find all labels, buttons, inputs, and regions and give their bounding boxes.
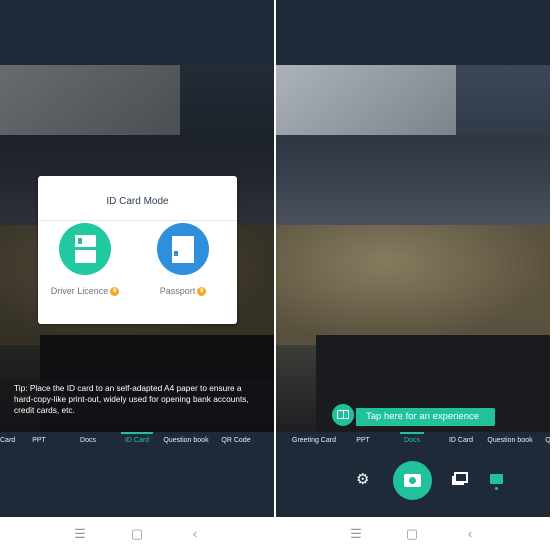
system-nav-bar: ☰ ▢ ‹ <box>276 517 550 550</box>
dialog-title: ID Card Mode <box>38 196 237 221</box>
tab-ppt[interactable]: PPT <box>356 437 370 444</box>
passport-label: Passport <box>159 286 196 296</box>
tab-greeting-card[interactable]: Greeting Card <box>292 437 336 444</box>
back-button[interactable]: ‹ <box>193 526 197 541</box>
mode-tabs: Card PPT Docs ID Card Question book QR C… <box>0 432 274 450</box>
crown-icon: ♛ <box>197 287 207 297</box>
tab-docs[interactable]: Docs <box>400 432 424 444</box>
menu-button[interactable]: ☰ <box>74 526 86 542</box>
tip-text: Tip: Place the ID card to an self-adapte… <box>0 380 274 425</box>
tab-ppt[interactable]: PPT <box>32 437 46 444</box>
mode-tabs: Greeting Card PPT Docs ID Card Question … <box>276 432 550 450</box>
menu-button[interactable]: ☰ <box>350 526 362 542</box>
id-card-mode-dialog: ID Card Mode Driver Licence ♛ Passport ♛ <box>38 176 237 324</box>
single-mode-icon[interactable] <box>490 474 503 484</box>
tab-card[interactable]: Card <box>0 437 15 444</box>
camera-preview <box>276 65 550 432</box>
book-icon <box>330 402 356 428</box>
tab-qr-code[interactable]: Q <box>545 437 550 444</box>
tab-id-card[interactable]: ID Card <box>120 432 154 444</box>
driver-licence-option[interactable]: Driver Licence ♛ <box>40 223 130 297</box>
gallery-icon[interactable] <box>454 472 468 483</box>
shutter-button[interactable] <box>393 461 432 500</box>
back-button[interactable]: ‹ <box>468 526 472 541</box>
left-screen: ID Card Mode Driver Licence ♛ Passport ♛ T… <box>0 0 274 550</box>
driver-licence-icon <box>59 223 111 275</box>
home-button[interactable]: ▢ <box>406 526 418 542</box>
tab-docs[interactable]: Docs <box>80 437 96 444</box>
tab-question-book[interactable]: Question book <box>487 437 532 444</box>
experience-bubble[interactable]: Tap here for an experience <box>330 402 495 428</box>
system-nav-bar: ☰ ▢ ‹ <box>0 517 274 550</box>
experience-text: Tap here for an experience <box>356 408 495 426</box>
mode-indicator-dot <box>495 487 498 490</box>
tab-question-book[interactable]: Question book <box>163 437 208 444</box>
right-screen: Tap here for an experience Greeting Card… <box>276 0 550 550</box>
home-button[interactable]: ▢ <box>131 526 143 542</box>
camera-icon <box>404 474 421 487</box>
passport-icon <box>157 223 209 275</box>
driver-licence-label: Driver Licence <box>50 286 109 296</box>
settings-icon[interactable]: ⚙ <box>356 472 369 487</box>
tab-id-card[interactable]: ID Card <box>449 437 473 444</box>
tab-qr-code[interactable]: QR Code <box>221 437 250 444</box>
crown-icon: ♛ <box>110 287 120 297</box>
passport-option[interactable]: Passport ♛ <box>138 223 228 297</box>
